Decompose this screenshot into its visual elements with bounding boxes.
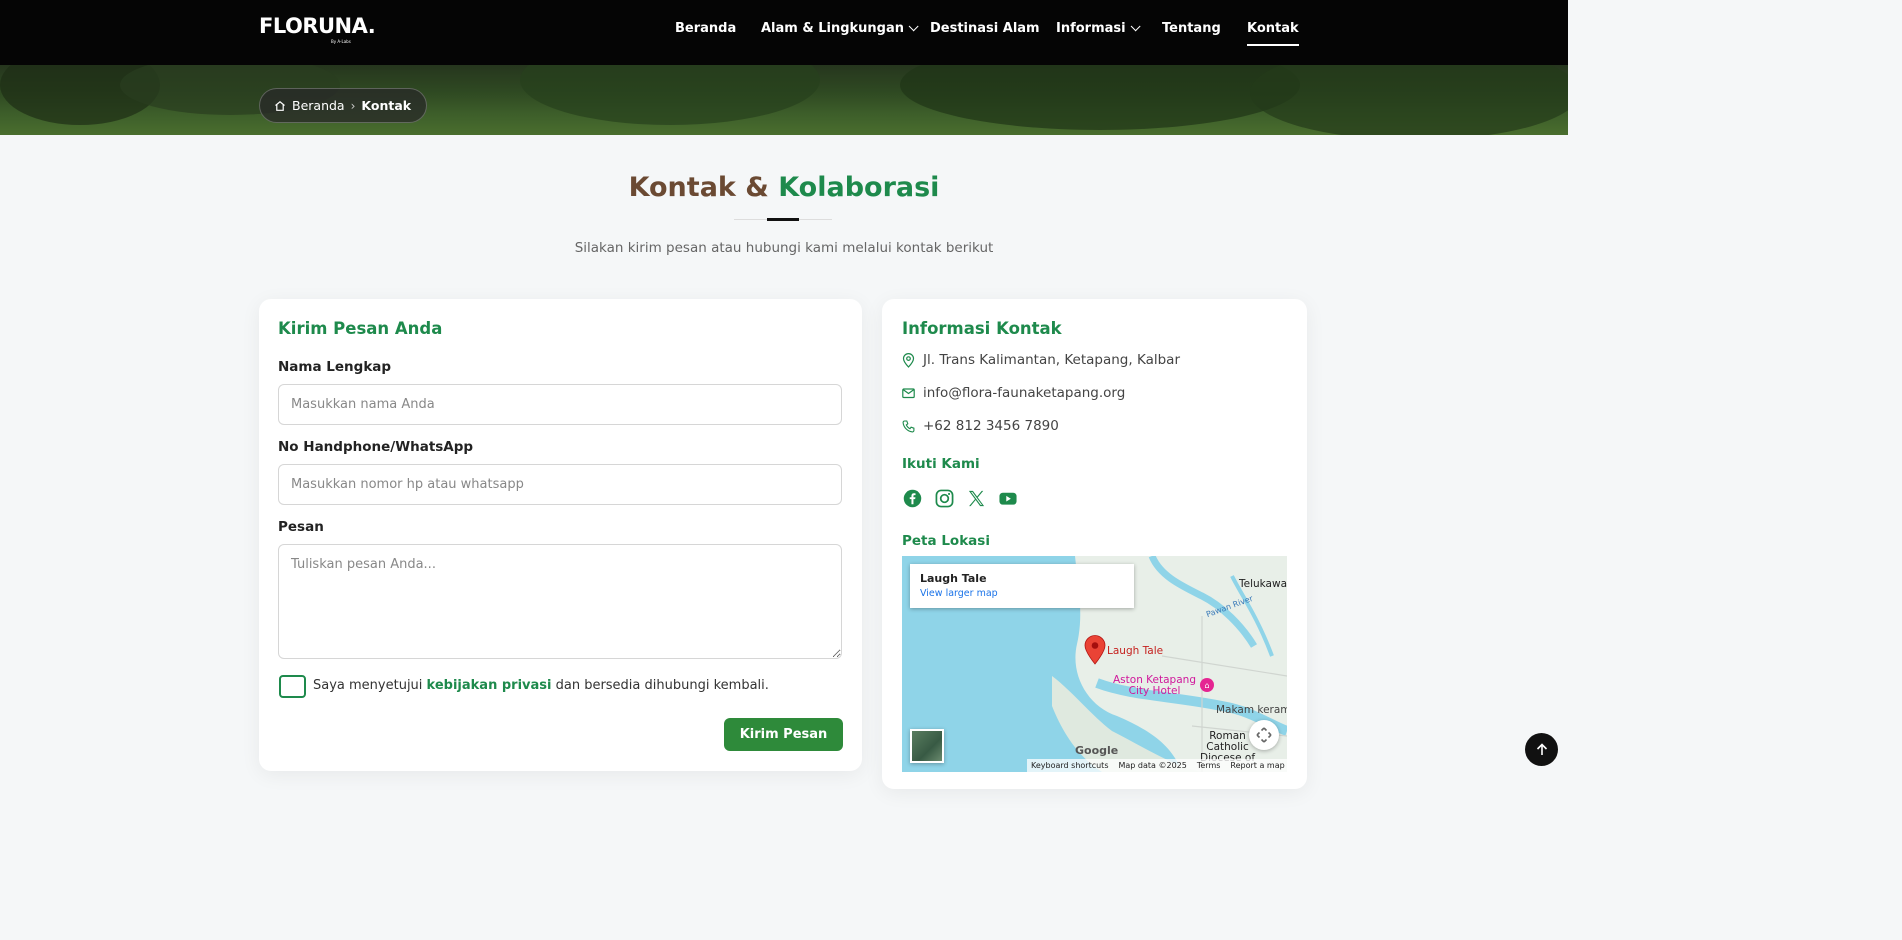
view-larger-map-link[interactable]: View larger map — [920, 588, 1124, 599]
privacy-policy-link[interactable]: kebijakan privasi — [427, 678, 552, 693]
message-textarea[interactable] — [278, 544, 842, 659]
hero-foliage — [900, 65, 1300, 130]
contact-form-card: Kirim Pesan Anda Nama Lengkap No Handpho… — [259, 299, 862, 771]
consent-checkbox[interactable] — [279, 675, 306, 698]
report-error-link[interactable]: Report a map error — [1230, 761, 1287, 770]
chevron-right-icon: › — [350, 98, 356, 113]
phone-input[interactable] — [278, 464, 842, 505]
nav-item-label: Informasi — [1056, 21, 1126, 36]
email-text[interactable]: info@flora-faunaketapang.org — [923, 385, 1125, 401]
keyboard-shortcuts-link[interactable]: Keyboard shortcuts — [1031, 761, 1108, 770]
follow-title: Ikuti Kami — [902, 456, 980, 472]
phone-row: +62 812 3456 7890 — [902, 418, 1059, 434]
map-pin-icon — [902, 352, 915, 368]
title-part-1: Kontak & — [628, 172, 769, 203]
nav-item-tentang[interactable]: Tentang — [1162, 21, 1221, 36]
address-text: Jl. Trans Kalimantan, Ketapang, Kalbar — [923, 352, 1180, 368]
hero-banner — [0, 65, 1568, 135]
info-title: Informasi Kontak — [902, 319, 1062, 338]
instagram-icon[interactable] — [934, 488, 954, 508]
nav-item-kontak[interactable]: Kontak — [1247, 21, 1299, 46]
contact-info-card: Informasi Kontak Jl. Trans Kalimantan, K… — [882, 299, 1307, 789]
page-subtitle: Silakan kirim pesan atau hubungi kami me… — [574, 240, 994, 256]
submit-button[interactable]: Kirim Pesan — [724, 718, 843, 751]
map-marker-icon[interactable] — [1084, 635, 1106, 665]
map-title: Peta Lokasi — [902, 533, 990, 549]
envelope-icon — [902, 387, 915, 398]
form-title: Kirim Pesan Anda — [278, 319, 443, 338]
arrow-up-icon — [1536, 743, 1547, 755]
hero-foliage — [1250, 65, 1568, 135]
fullscreen-icon[interactable] — [1249, 720, 1279, 750]
phone-text[interactable]: +62 812 3456 7890 — [923, 418, 1059, 434]
breadcrumb: Beranda › Kontak — [259, 88, 427, 123]
youtube-icon[interactable] — [998, 488, 1018, 508]
chevron-down-icon — [1130, 21, 1141, 32]
nav-item-informasi[interactable]: Informasi — [1056, 21, 1141, 36]
logo-subtitle: By A-Labs — [331, 39, 351, 44]
back-to-top-button[interactable] — [1525, 733, 1558, 766]
title-divider-accent — [767, 218, 799, 221]
terms-link[interactable]: Terms — [1197, 761, 1221, 770]
map-info-box: Laugh Tale View larger map — [910, 564, 1134, 608]
navbar: FLORUNA. By A-Labs Beranda Alam & Lingku… — [0, 0, 1568, 65]
hero-foliage — [520, 65, 820, 125]
consent-post: dan bersedia dihubungi kembali. — [551, 678, 769, 693]
social-links — [902, 488, 1018, 508]
map-satellite-toggle[interactable] — [910, 729, 944, 763]
address-row: Jl. Trans Kalimantan, Ketapang, Kalbar — [902, 352, 1180, 368]
nav-item-label: Beranda — [675, 21, 737, 36]
page-title: Kontak & Kolaborasi — [0, 172, 1568, 203]
breadcrumb-home[interactable]: Beranda — [292, 98, 345, 113]
facebook-icon[interactable] — [902, 488, 922, 508]
x-icon[interactable] — [966, 488, 986, 508]
map-data-text: Map data ©2025 — [1118, 761, 1187, 770]
home-icon — [275, 100, 285, 111]
phone-icon — [902, 419, 915, 432]
breadcrumb-current: Kontak — [361, 98, 412, 113]
logo[interactable]: FLORUNA. — [259, 14, 376, 38]
message-label: Pesan — [278, 519, 324, 535]
google-logo: Google — [1075, 744, 1119, 757]
phone-label: No Handphone/WhatsApp — [278, 439, 474, 455]
nav-item-alam-lingkungan[interactable]: Alam & Lingkungan — [761, 21, 919, 36]
hotel-icon: ⌂ — [1200, 678, 1214, 692]
name-label: Nama Lengkap — [278, 359, 392, 375]
nav-item-beranda[interactable]: Beranda — [675, 21, 736, 36]
map-place-name: Laugh Tale — [920, 572, 987, 585]
name-input[interactable] — [278, 384, 842, 425]
map-embed[interactable]: Laugh Tale View larger map Laugh Tale Te… — [902, 556, 1287, 772]
consent-text: Saya menyetujui kebijakan privasi dan be… — [313, 678, 769, 693]
nav-item-destinasi-alam[interactable]: Destinasi Alam — [930, 21, 1040, 36]
consent-pre: Saya menyetujui — [313, 678, 427, 693]
chevron-down-icon — [908, 21, 919, 32]
map-footer: Keyboard shortcuts Map data ©2025 Terms … — [1027, 759, 1287, 772]
map-label-hotel: Aston Ketapang City Hotel — [1113, 674, 1196, 697]
nav-item-label: Alam & Lingkungan — [761, 21, 905, 36]
map-label-telukawa: Telukawa — [1239, 578, 1287, 590]
nav-item-label: Destinasi Alam — [930, 21, 1040, 36]
nav-item-label: Tentang — [1162, 21, 1221, 36]
map-label-makam: Makam keramat — [1216, 704, 1287, 716]
email-row: info@flora-faunaketapang.org — [902, 385, 1125, 401]
map-pin-label: Laugh Tale — [1107, 645, 1164, 657]
nav-item-label: Kontak — [1247, 21, 1299, 36]
title-part-2: Kolaborasi — [778, 172, 940, 203]
